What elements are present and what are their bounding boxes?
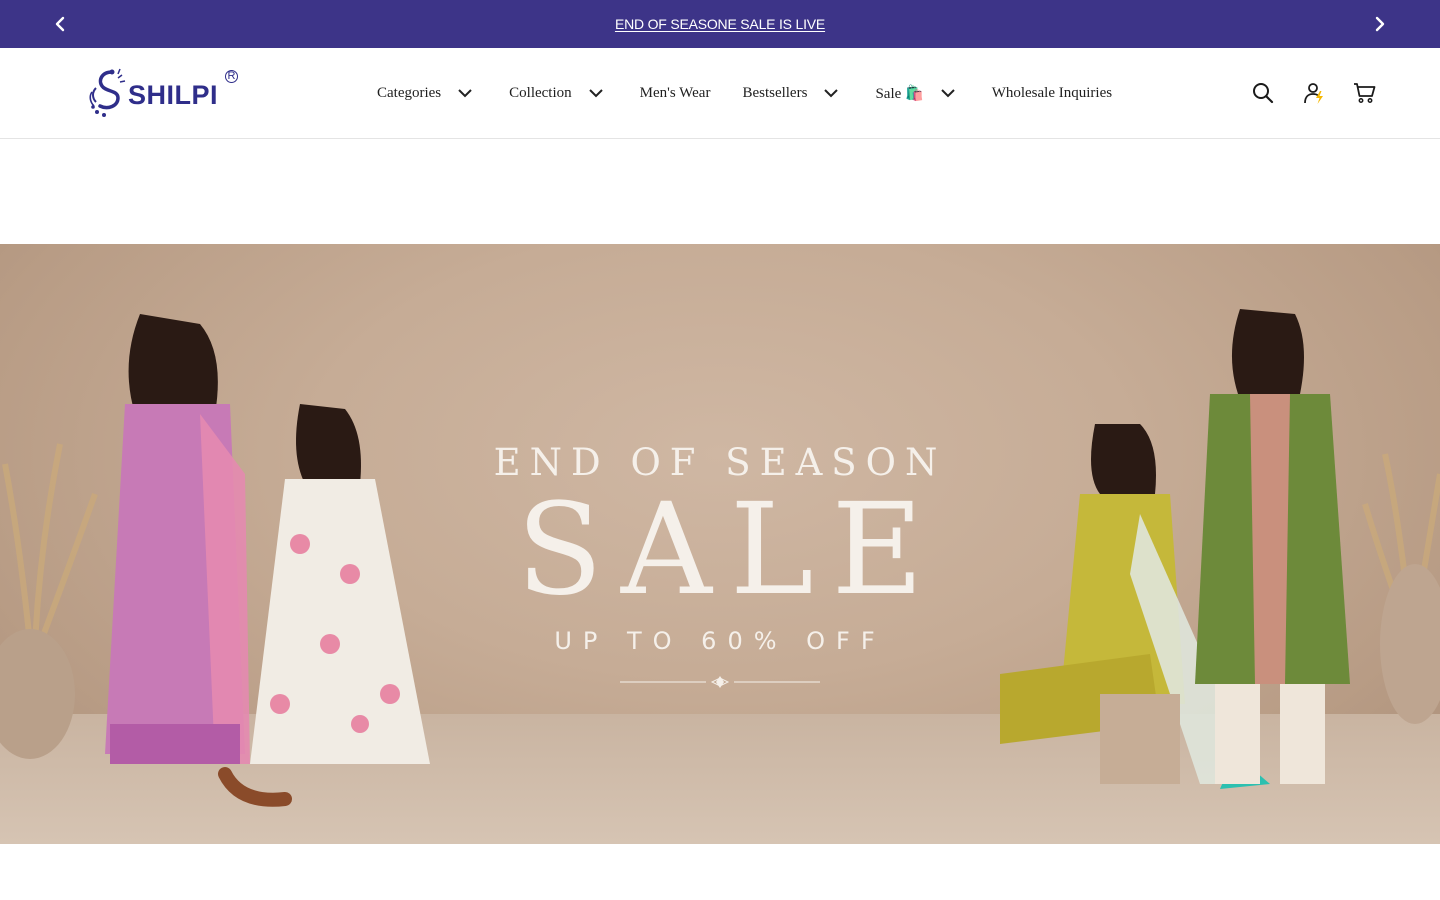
nav-label: Collection <box>509 84 572 101</box>
nav-label: Bestsellers <box>742 84 808 101</box>
hero-title: SALE <box>516 476 942 623</box>
brand-logo[interactable]: SHILPI R <box>88 66 240 120</box>
nav-label: Categories <box>377 84 442 101</box>
nav-item-bestsellers[interactable]: Bestsellers <box>742 83 841 103</box>
announcement-next-button[interactable] <box>1368 12 1392 36</box>
nav-label: Wholesale Inquiries <box>991 84 1113 101</box>
announcement-bar: END OF SEASONE SALE IS LIVE <box>0 0 1440 48</box>
chevron-down-icon <box>586 83 606 103</box>
main-nav: Categories Collection Men's Wear Bestsel… <box>377 48 1112 138</box>
chevron-down-icon <box>821 83 841 103</box>
pampas-plant-right <box>1362 453 1440 724</box>
nav-item-wholesale-inquiries[interactable]: Wholesale Inquiries <box>992 85 1112 102</box>
cart-button[interactable] <box>1350 79 1380 107</box>
model-white-outfit <box>218 404 430 807</box>
nav-item-mens-wear[interactable]: Men's Wear <box>640 85 711 102</box>
search-icon <box>1253 83 1274 104</box>
chevron-left-icon <box>55 16 65 32</box>
model-green-outfit <box>1195 309 1350 784</box>
announcement-link[interactable]: END OF SEASONE SALE IS LIVE <box>615 16 825 32</box>
chevron-down-icon <box>455 83 475 103</box>
peacock-logo-icon <box>89 68 126 117</box>
model-pink-outfit <box>105 314 250 764</box>
nav-item-categories[interactable]: Categories <box>377 83 475 103</box>
nav-label: Sale 🛍️ <box>875 85 924 102</box>
hero-text-block: END OF SEASON SALE UP TO 60% OFF <box>470 444 970 688</box>
nav-item-collection[interactable]: Collection <box>509 83 606 103</box>
pampas-plant-left <box>0 443 98 759</box>
cart-icon <box>1354 83 1376 103</box>
announcement-prev-button[interactable] <box>48 12 72 36</box>
hero-banner[interactable]: END OF SEASON SALE UP TO 60% OFF <box>0 244 1440 844</box>
ornament-divider-icon <box>620 676 820 688</box>
nav-item-sale[interactable]: Sale 🛍️ <box>875 83 957 103</box>
account-button[interactable] <box>1299 79 1329 107</box>
account-icon <box>1304 83 1323 104</box>
registered-mark: R <box>225 70 238 83</box>
hero-subtitle: UP TO 60% OFF <box>554 627 886 655</box>
header-actions <box>1248 79 1380 107</box>
chevron-down-icon <box>938 83 958 103</box>
chevron-right-icon <box>1375 16 1385 32</box>
nav-label: Men's Wear <box>639 84 711 101</box>
brand-name: SHILPI <box>128 79 219 110</box>
site-header: SHILPI R Categories Collection Men's Wea… <box>0 48 1440 139</box>
search-button[interactable] <box>1248 79 1278 107</box>
stool <box>1100 694 1180 784</box>
